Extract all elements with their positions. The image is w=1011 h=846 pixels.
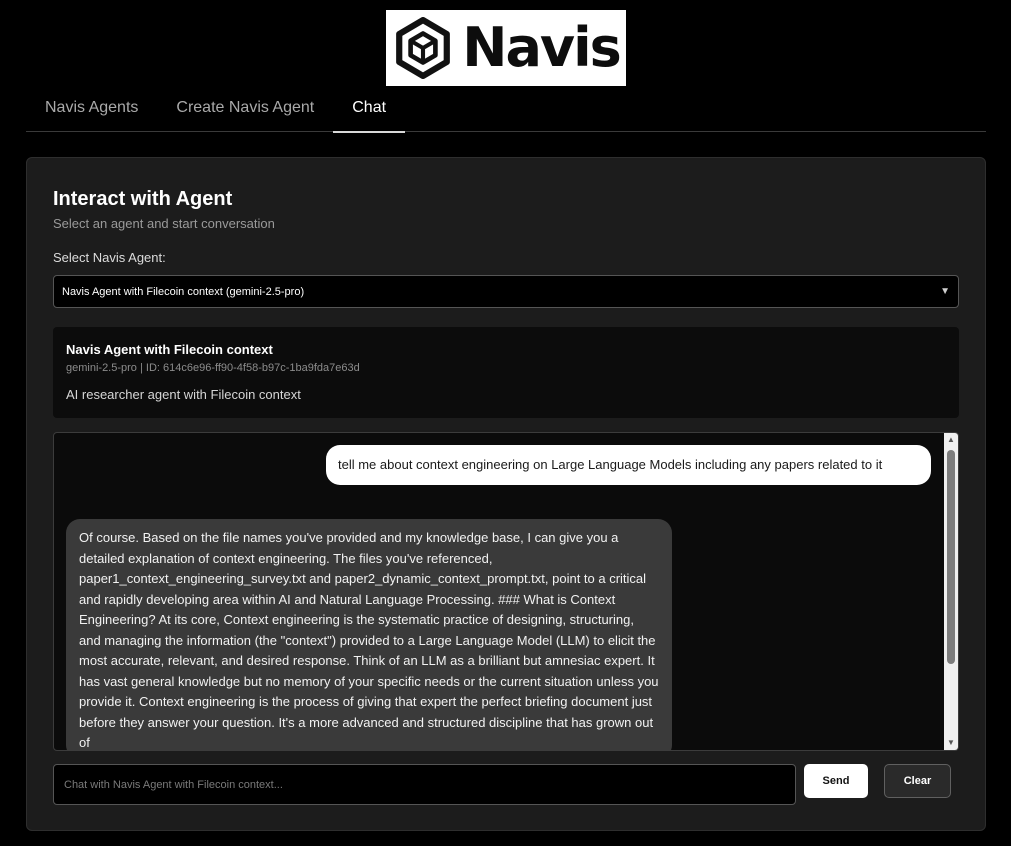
agent-name: Navis Agent with Filecoin context xyxy=(66,342,273,357)
scroll-thumb[interactable] xyxy=(947,450,955,664)
clear-button[interactable]: Clear xyxy=(884,764,951,798)
agent-select[interactable]: Navis Agent with Filecoin context (gemin… xyxy=(53,275,959,308)
user-message: tell me about context engineering on Lar… xyxy=(326,445,931,485)
tab-chat[interactable]: Chat xyxy=(333,86,405,133)
main-tabs: Navis Agents Create Navis Agent Chat xyxy=(26,86,986,133)
logo-text: Navis xyxy=(462,16,621,79)
chevron-down-icon: ▼ xyxy=(940,286,950,297)
tab-create-navis-agent[interactable]: Create Navis Agent xyxy=(157,86,333,132)
agent-info-card: Navis Agent with Filecoin context gemini… xyxy=(53,327,959,418)
chat-scrollbar[interactable]: ▲ ▼ xyxy=(944,433,958,750)
chat-messages[interactable]: tell me about context engineering on Lar… xyxy=(53,432,959,751)
chat-input[interactable] xyxy=(53,764,796,805)
agent-select-value: Navis Agent with Filecoin context (gemin… xyxy=(62,285,305,298)
interact-panel: Interact with Agent Select an agent and … xyxy=(26,157,986,831)
panel-title: Interact with Agent xyxy=(53,188,233,210)
tab-navis-agents[interactable]: Navis Agents xyxy=(26,86,157,132)
agent-meta: gemini-2.5-pro | ID: 614c6e96-ff90-4f58-… xyxy=(66,362,360,374)
agent-message: Of course. Based on the file names you'v… xyxy=(66,519,672,750)
navis-logo: Navis xyxy=(386,10,626,86)
agent-description: AI researcher agent with Filecoin contex… xyxy=(66,387,301,402)
panel-subtitle: Select an agent and start conversation xyxy=(53,216,275,231)
hexagon-cube-logo-icon xyxy=(396,17,451,79)
send-button[interactable]: Send xyxy=(804,764,868,798)
scroll-up-arrow-icon[interactable]: ▲ xyxy=(944,433,958,447)
agent-select-label: Select Navis Agent: xyxy=(53,250,166,265)
scroll-down-arrow-icon[interactable]: ▼ xyxy=(944,736,958,750)
